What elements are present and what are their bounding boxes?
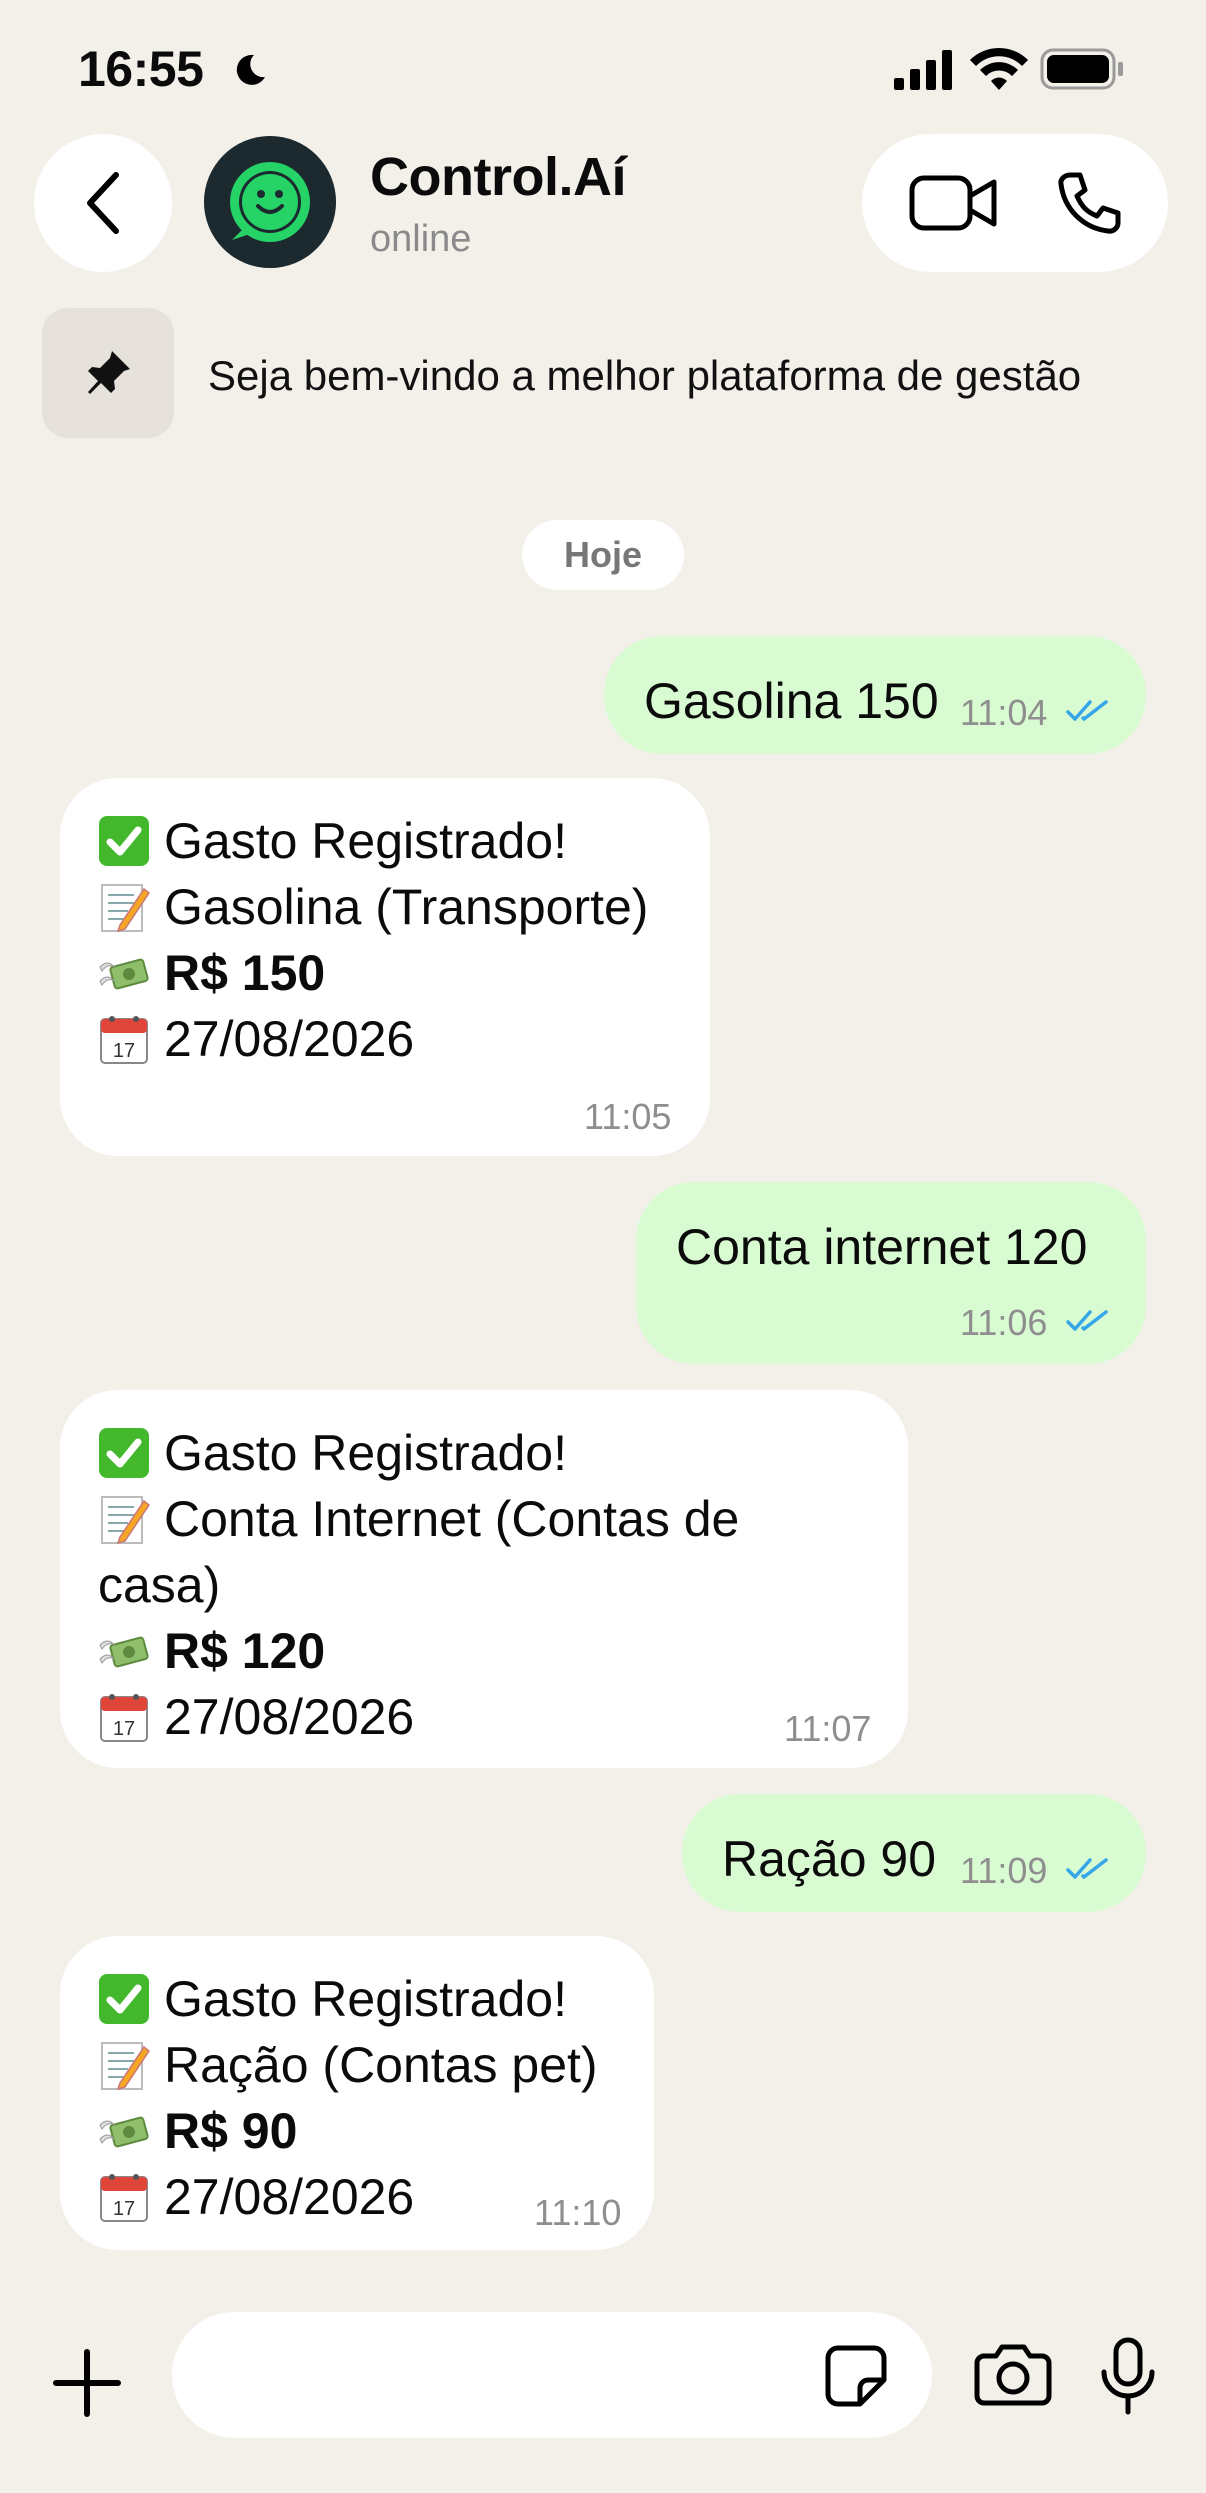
message-line: Gasolina (Transporte) bbox=[98, 874, 648, 940]
svg-text:17: 17 bbox=[113, 1040, 135, 1062]
calendar-icon: 17 bbox=[98, 1013, 150, 1065]
message-title: Gasto Registrado! bbox=[164, 1425, 567, 1481]
message-amount: R$ 120 bbox=[164, 1623, 326, 1679]
memo-icon bbox=[98, 1493, 150, 1545]
message-line: R$ 90 bbox=[98, 2098, 598, 2164]
message-line: Gasto Registrado! bbox=[98, 1420, 739, 1486]
message-description-cont: casa) bbox=[98, 1557, 221, 1613]
check-mark-button-icon bbox=[98, 1973, 150, 2025]
money-with-wings-icon bbox=[98, 1625, 150, 1677]
message-title: Gasto Registrado! bbox=[164, 1971, 567, 2027]
message-date: 27/08/2026 bbox=[164, 1689, 415, 1745]
logo-icon bbox=[204, 136, 336, 268]
money-with-wings-icon bbox=[98, 947, 150, 999]
contact-status: online bbox=[370, 218, 472, 260]
message-text: Conta internet 120 bbox=[676, 1219, 1088, 1275]
message-line: Ração (Contas pet) bbox=[98, 2032, 598, 2098]
status-time: 16:55 bbox=[78, 41, 204, 97]
message-time: 11:04 bbox=[960, 692, 1048, 733]
check-mark-button-icon bbox=[98, 1427, 150, 1479]
contact-name[interactable]: Control.Aí bbox=[370, 146, 626, 208]
message-amount: R$ 90 bbox=[164, 2103, 298, 2159]
message-line: Gasto Registrado! bbox=[98, 1966, 598, 2032]
message-line: 17 27/08/2026 bbox=[98, 1006, 648, 1072]
outgoing-message[interactable]: Gasolina 150 11:04 bbox=[604, 636, 1146, 754]
moon-icon bbox=[236, 54, 265, 85]
message-description: Conta Internet (Contas de bbox=[164, 1491, 740, 1547]
pin-icon bbox=[88, 351, 130, 394]
call-actions bbox=[862, 134, 1168, 272]
memo-icon bbox=[98, 2039, 150, 2091]
message-date: 27/08/2026 bbox=[164, 1011, 415, 1067]
pinned-message[interactable]: Seja bem-vindo a melhor plataforma de ge… bbox=[208, 352, 1166, 400]
money-with-wings-icon bbox=[98, 2105, 150, 2157]
message-time: 11:05 bbox=[584, 1096, 672, 1137]
message-description: Ração (Contas pet) bbox=[164, 2037, 598, 2093]
wifi-icon bbox=[970, 47, 1028, 90]
back-button[interactable] bbox=[34, 134, 172, 272]
message-line: R$ 120 bbox=[98, 1618, 739, 1684]
battery-icon bbox=[1040, 48, 1123, 90]
incoming-message[interactable]: Gasto Registrado! Gasolina (Transporte) … bbox=[60, 778, 710, 1156]
message-line: 17 27/08/2026 bbox=[98, 2164, 598, 2230]
incoming-message[interactable]: Gasto Registrado! Conta Internet (Contas… bbox=[60, 1390, 908, 1768]
incoming-message[interactable]: Gasto Registrado! Ração (Contas pet) R$ … bbox=[60, 1936, 654, 2250]
calendar-icon: 17 bbox=[98, 2171, 150, 2223]
date-chip: Hoje bbox=[522, 520, 684, 590]
svg-text:17: 17 bbox=[113, 1718, 135, 1740]
phone-call-icon[interactable] bbox=[1056, 170, 1122, 236]
message-line: Gasto Registrado! bbox=[98, 808, 648, 874]
message-title: Gasto Registrado! bbox=[164, 813, 567, 869]
svg-text:17: 17 bbox=[113, 2198, 135, 2220]
message-text: Gasolina 150 bbox=[644, 673, 939, 729]
plus-icon[interactable] bbox=[52, 2348, 122, 2418]
message-text: Ração 90 bbox=[722, 1831, 937, 1887]
message-line: R$ 150 bbox=[98, 940, 648, 1006]
message-date: 27/08/2026 bbox=[164, 2169, 415, 2225]
camera-icon[interactable] bbox=[974, 2342, 1052, 2406]
double-check-icon bbox=[1066, 700, 1108, 721]
message-amount: R$ 150 bbox=[164, 945, 326, 1001]
message-input[interactable] bbox=[172, 2312, 932, 2438]
message-time: 11:10 bbox=[534, 2192, 622, 2233]
signal-icon bbox=[894, 50, 952, 90]
sticker-icon[interactable] bbox=[824, 2344, 888, 2408]
pin-button[interactable] bbox=[42, 308, 174, 438]
outgoing-message[interactable]: Ração 90 11:09 bbox=[682, 1794, 1146, 1912]
double-check-icon bbox=[1066, 1310, 1108, 1331]
message-time: 11:07 bbox=[784, 1708, 872, 1749]
contact-avatar[interactable] bbox=[204, 136, 336, 268]
double-check-icon bbox=[1066, 1858, 1108, 1879]
outgoing-message[interactable]: Conta internet 120 11:06 bbox=[636, 1182, 1146, 1364]
message-time: 11:06 bbox=[960, 1302, 1048, 1343]
check-mark-button-icon bbox=[98, 815, 150, 867]
message-line: Conta Internet (Contas de bbox=[98, 1486, 739, 1552]
message-line: casa) bbox=[98, 1552, 739, 1618]
message-line: 17 27/08/2026 bbox=[98, 1684, 739, 1750]
memo-icon bbox=[98, 881, 150, 933]
video-call-icon[interactable] bbox=[908, 172, 1000, 234]
chevron-left-icon bbox=[87, 172, 119, 234]
message-time: 11:09 bbox=[960, 1850, 1048, 1891]
calendar-icon: 17 bbox=[98, 1691, 150, 1743]
microphone-icon[interactable] bbox=[1098, 2336, 1158, 2416]
message-description: Gasolina (Transporte) bbox=[164, 879, 649, 935]
